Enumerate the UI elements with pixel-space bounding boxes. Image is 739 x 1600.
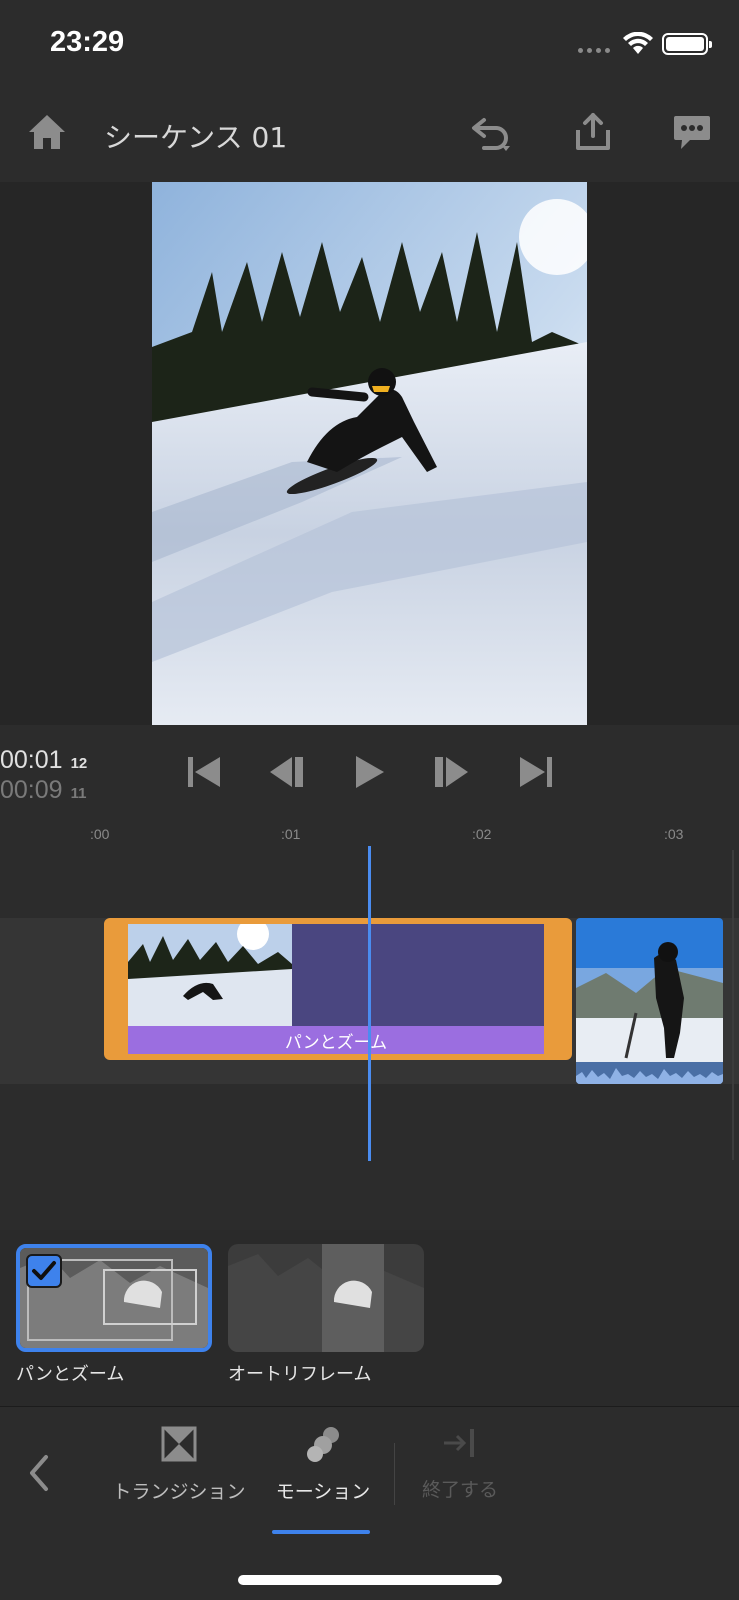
audio-waveform (576, 1062, 723, 1084)
tool-finish[interactable]: 終了する (410, 1425, 510, 1502)
preset-auto-reframe[interactable] (228, 1244, 424, 1352)
effect-label-bar[interactable]: パンとズーム (128, 1026, 544, 1054)
video-preview[interactable] (152, 182, 587, 725)
sequence-title[interactable]: シーケンス 01 (104, 116, 287, 156)
preset-auto-reframe-label: オートリフレーム (228, 1364, 372, 1385)
ruler-mark: :01 (281, 826, 301, 842)
motion-icon (307, 1427, 339, 1462)
active-tool-indicator (272, 1530, 370, 1534)
status-time: 23:29 (50, 26, 125, 58)
timeline-scrollbar[interactable] (732, 850, 734, 1160)
tool-transition[interactable]: トランジション (106, 1425, 252, 1504)
next-clip-thumbnail (576, 918, 723, 1084)
skip-to-end-icon[interactable] (518, 754, 554, 790)
status-bar: 23:29 (0, 0, 739, 90)
clip-thumbnail (128, 924, 292, 1028)
skip-to-start-icon[interactable] (186, 754, 222, 790)
wifi-icon (623, 32, 653, 54)
preset-pan-zoom[interactable] (16, 1244, 212, 1352)
motion-presets-panel: パンとズーム オートリフレーム (0, 1230, 739, 1406)
cellular-signal-icon (578, 48, 610, 53)
bottom-toolbar: トランジション モーション 終了する (0, 1406, 739, 1600)
tool-motion[interactable]: モーション (268, 1425, 378, 1504)
play-icon[interactable] (352, 754, 386, 790)
tool-transition-label: トランジション (112, 1481, 246, 1503)
ruler-mark: :00 (90, 826, 110, 842)
tool-finish-label: 終了する (421, 1479, 498, 1501)
battery-icon (662, 33, 712, 55)
transport-controls (0, 748, 739, 798)
auto-reframe-thumbnail (228, 1244, 424, 1352)
next-frame-icon[interactable] (432, 754, 470, 790)
home-icon[interactable] (27, 112, 67, 152)
back-chevron-icon[interactable] (26, 1453, 52, 1493)
feedback-icon[interactable] (672, 114, 712, 152)
next-clip[interactable] (576, 918, 723, 1084)
playhead[interactable] (368, 846, 371, 1161)
ruler-mark: :02 (472, 826, 492, 842)
home-indicator[interactable] (238, 1575, 502, 1585)
preset-pan-zoom-label: パンとズーム (16, 1364, 125, 1385)
share-icon[interactable] (574, 112, 612, 152)
video-preview-area (0, 182, 739, 725)
undo-icon[interactable] (470, 114, 516, 154)
previous-frame-icon[interactable] (268, 754, 306, 790)
app-header: シーケンス 01 (0, 90, 739, 182)
tool-motion-label: モーション (275, 1481, 371, 1503)
selected-clip[interactable]: パンとズーム (104, 918, 572, 1060)
checkmark-icon (26, 1254, 62, 1288)
clip-body: パンとズーム (128, 924, 544, 1054)
toolbar-divider (394, 1443, 395, 1505)
finish-icon (444, 1429, 474, 1457)
transition-icon (161, 1426, 197, 1462)
ruler-mark: :03 (664, 826, 684, 842)
